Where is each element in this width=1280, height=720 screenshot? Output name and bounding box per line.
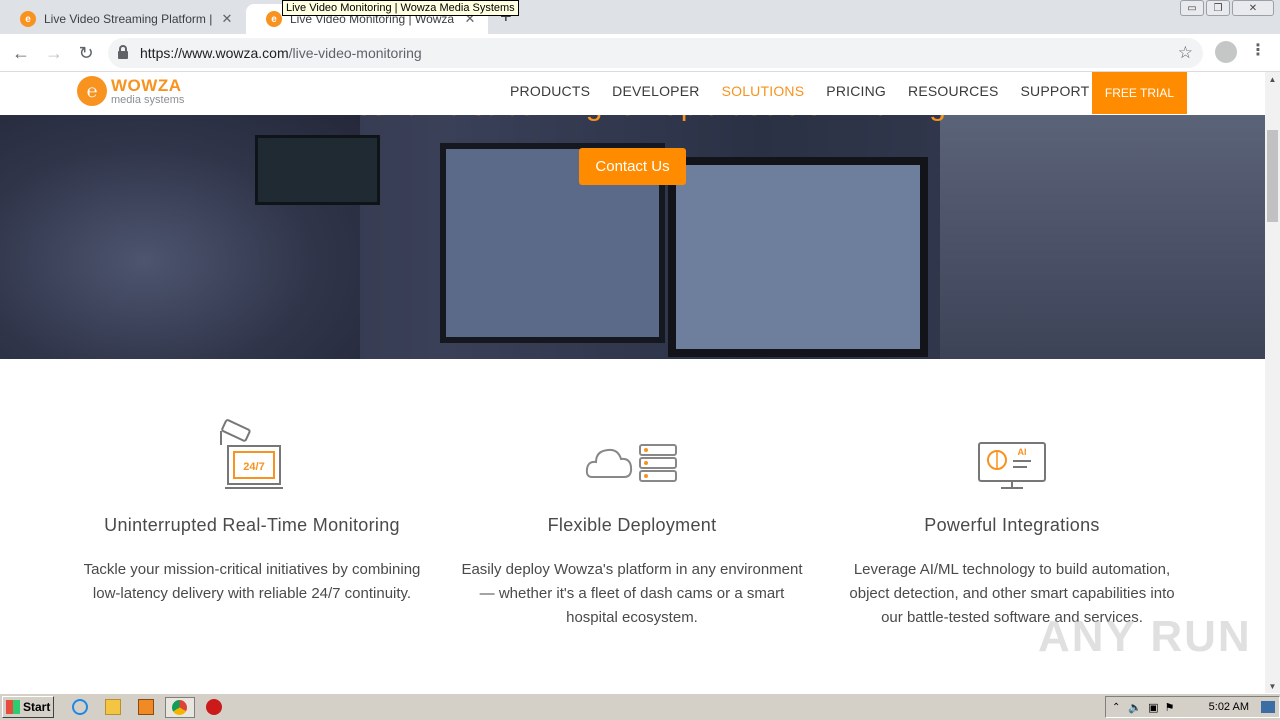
feature-title: Powerful Integrations <box>924 515 1100 535</box>
start-button[interactable]: Start <box>2 696 54 718</box>
nav-support[interactable]: SUPPORT <box>1021 83 1090 99</box>
chrome-taskbar-button[interactable] <box>165 697 195 718</box>
badge-ai: AI <box>1018 447 1027 457</box>
bookmark-star-icon[interactable]: ☆ <box>1178 43 1193 63</box>
feature-title: Flexible Deployment <box>547 515 717 535</box>
url-path: /live-video-monitoring <box>288 45 422 61</box>
network-icon[interactable]: ▣ <box>1148 701 1158 714</box>
scroll-up-arrow-icon[interactable]: ▲ <box>1265 72 1280 86</box>
file-explorer-icon[interactable] <box>105 699 121 715</box>
nav-resources[interactable]: RESOURCES <box>908 83 998 99</box>
logo-subtitle: media systems <box>111 93 185 106</box>
logo-name: WOWZA <box>111 75 182 95</box>
scroll-thumb[interactable] <box>1267 130 1278 222</box>
profile-avatar-icon[interactable] <box>1215 41 1237 63</box>
free-trial-button[interactable]: FREE TRIAL <box>1092 72 1187 114</box>
windows-logo-icon <box>6 700 20 714</box>
cloud-server-icon <box>585 444 677 482</box>
feature-description: Easily deploy Wowza's platform in any en… <box>461 561 803 626</box>
hero-wall <box>940 115 1265 359</box>
feature-title: Uninterrupted Real-Time Monitoring <box>104 515 400 535</box>
flag-icon[interactable]: ⚑ <box>1165 701 1175 714</box>
site-header: ℮ WOWZA media systems PRODUCTS DEVELOPER… <box>0 72 1265 115</box>
tray-expand-icon[interactable]: ⌃ <box>1112 702 1120 713</box>
nav-developer[interactable]: DEVELOPER <box>612 83 699 99</box>
close-window-button[interactable]: ✕ <box>1232 0 1274 16</box>
url-text: https://www.wowza.com/live-video-monitor… <box>140 45 422 61</box>
internet-explorer-icon[interactable] <box>72 699 88 715</box>
hero-vitals-monitor <box>255 135 380 205</box>
badge-24-7: 24/7 <box>243 461 264 473</box>
contact-us-button[interactable]: Contact Us <box>579 148 686 185</box>
tab-tooltip: Live Video Monitoring | Wowza Media Syst… <box>282 0 519 16</box>
nav-solutions[interactable]: SOLUTIONS <box>722 83 805 99</box>
page-scrollbar[interactable]: ▲ ▼ <box>1265 72 1280 693</box>
feature-description: Tackle your mission-critical initiatives… <box>83 561 421 602</box>
clock: 5:02 AM <box>1208 701 1249 713</box>
main-nav: PRODUCTS DEVELOPER SOLUTIONS PRICING RES… <box>510 83 1111 99</box>
url-host: https://www.wowza.com <box>140 45 289 61</box>
feature-integrations: AI Powerful Integrations Leverage AI/ML … <box>832 419 1192 630</box>
show-desktop-icon[interactable] <box>1261 701 1275 713</box>
wowza-logo[interactable]: ℮ WOWZA media systems <box>77 76 184 106</box>
restore-button[interactable]: ❐ <box>1206 0 1230 16</box>
surveillance-camera-icon: 24/7 <box>220 419 283 489</box>
browser-tabstrip: e Live Video Streaming Platform | Wowza … <box>0 0 1280 34</box>
stop-icon[interactable] <box>206 699 222 715</box>
nav-pricing[interactable]: PRICING <box>826 83 886 99</box>
scroll-down-arrow-icon[interactable]: ▼ <box>1265 679 1280 693</box>
forward-arrow-icon[interactable]: → <box>43 42 65 64</box>
page-viewport: ℮ WOWZA media systems PRODUCTS DEVELOPER… <box>0 72 1265 693</box>
wowza-favicon-icon: e <box>266 11 282 27</box>
feature-monitoring: 24/7 Uninterrupted Real-Time Monitoring … <box>72 419 432 606</box>
feature-deployment: Flexible Deployment Easily deploy Wowza'… <box>452 419 812 630</box>
browser-toolbar: ← → ↻ https://www.wowza.com/live-video-m… <box>0 34 1280 72</box>
hero-headline: Real-time streaming for rapid decision-m… <box>310 115 970 123</box>
nav-products[interactable]: PRODUCTS <box>510 83 590 99</box>
back-arrow-icon[interactable]: ← <box>10 42 32 64</box>
media-player-icon[interactable] <box>138 699 154 715</box>
volume-icon[interactable]: 🔈 <box>1128 701 1142 714</box>
window-controls: ▭ ❐ ✕ <box>1178 0 1274 16</box>
hero-banner: Real-time streaming for rapid decision-m… <box>0 115 1265 359</box>
wowza-logo-icon: ℮ <box>77 76 107 106</box>
system-tray: ⌃ 🔈 ▣ ⚑ 5:02 AM <box>1105 696 1280 718</box>
address-bar[interactable]: https://www.wowza.com/live-video-monitor… <box>108 38 1203 68</box>
hero-monitor-right <box>668 157 928 357</box>
start-label: Start <box>23 700 51 714</box>
minimize-button[interactable]: ▭ <box>1180 0 1204 16</box>
chrome-icon <box>172 700 187 715</box>
tab-title: Live Video Streaming Platform | Wowza <box>44 12 213 26</box>
browser-tab[interactable]: e Live Video Streaming Platform | Wowza … <box>0 4 245 34</box>
ai-monitor-icon: AI <box>978 442 1046 489</box>
browser-menu-icon[interactable]: ⋮ <box>1250 40 1266 60</box>
wowza-favicon-icon: e <box>20 11 36 27</box>
windows-taskbar: Start ⌃ 🔈 ▣ ⚑ 5:02 AM <box>0 693 1280 720</box>
lock-icon <box>118 45 128 59</box>
anyrun-watermark: ANY RUN <box>1038 612 1252 661</box>
close-tab-icon[interactable]: ✕ <box>219 11 235 27</box>
reload-icon[interactable]: ↻ <box>75 42 97 64</box>
